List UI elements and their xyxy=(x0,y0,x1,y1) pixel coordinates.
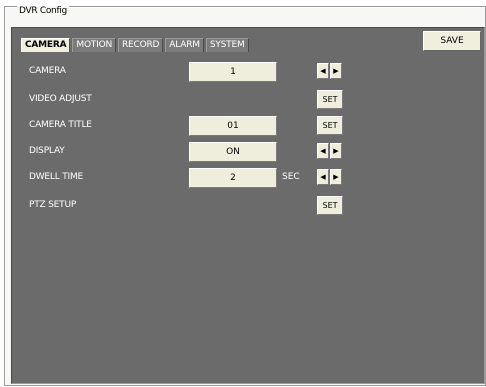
display-value-field[interactable]: ON xyxy=(189,142,277,162)
group-title: DVR Config xyxy=(17,6,69,17)
camera-label: CAMERA xyxy=(29,66,66,76)
arrow-left-icon: ◀ xyxy=(320,67,326,75)
tab-motion[interactable]: MOTION xyxy=(72,38,116,52)
dwell-time-label: DWELL TIME xyxy=(29,172,84,182)
camera-next-button[interactable]: ▶ xyxy=(330,63,342,79)
tab-alarm[interactable]: ALARM xyxy=(165,38,204,52)
camera-settings-panel: CAMERA MOTION RECORD ALARM SYSTEM SAVE C… xyxy=(11,27,485,384)
arrow-right-icon: ▶ xyxy=(333,147,339,155)
camera-title-label: CAMERA TITLE xyxy=(29,120,92,130)
display-prev-button[interactable]: ◀ xyxy=(317,143,329,159)
display-next-button[interactable]: ▶ xyxy=(330,143,342,159)
arrow-right-icon: ▶ xyxy=(333,67,339,75)
dwell-time-unit: SEC xyxy=(282,172,300,182)
camera-prev-button[interactable]: ◀ xyxy=(317,63,329,79)
arrow-left-icon: ◀ xyxy=(320,173,326,181)
tab-system[interactable]: SYSTEM xyxy=(205,38,249,52)
ptz-setup-label: PTZ SETUP xyxy=(29,200,77,210)
arrow-right-icon: ▶ xyxy=(333,173,339,181)
dwell-time-field[interactable]: 2 xyxy=(189,168,277,188)
dwell-time-prev-button[interactable]: ◀ xyxy=(317,169,329,185)
arrow-left-icon: ◀ xyxy=(320,147,326,155)
display-label: DISPLAY xyxy=(29,146,65,156)
display-arrow-buttons: ◀ ▶ xyxy=(317,143,343,159)
tab-camera[interactable]: CAMERA xyxy=(21,38,71,52)
camera-arrow-buttons: ◀ ▶ xyxy=(317,63,343,79)
camera-title-set-button[interactable]: SET xyxy=(317,116,343,135)
dwell-time-next-button[interactable]: ▶ xyxy=(330,169,342,185)
ptz-setup-set-button[interactable]: SET xyxy=(317,196,343,215)
camera-title-field[interactable]: 01 xyxy=(189,116,277,136)
video-adjust-set-button[interactable]: SET xyxy=(317,90,343,109)
dwell-time-arrow-buttons: ◀ ▶ xyxy=(317,169,343,185)
camera-value-field[interactable]: 1 xyxy=(189,62,277,82)
tab-record[interactable]: RECORD xyxy=(118,38,164,52)
video-adjust-label: VIDEO ADJUST xyxy=(29,94,92,104)
tab-bar: CAMERA MOTION RECORD ALARM SYSTEM xyxy=(21,38,251,52)
save-button[interactable]: SAVE xyxy=(423,31,481,51)
